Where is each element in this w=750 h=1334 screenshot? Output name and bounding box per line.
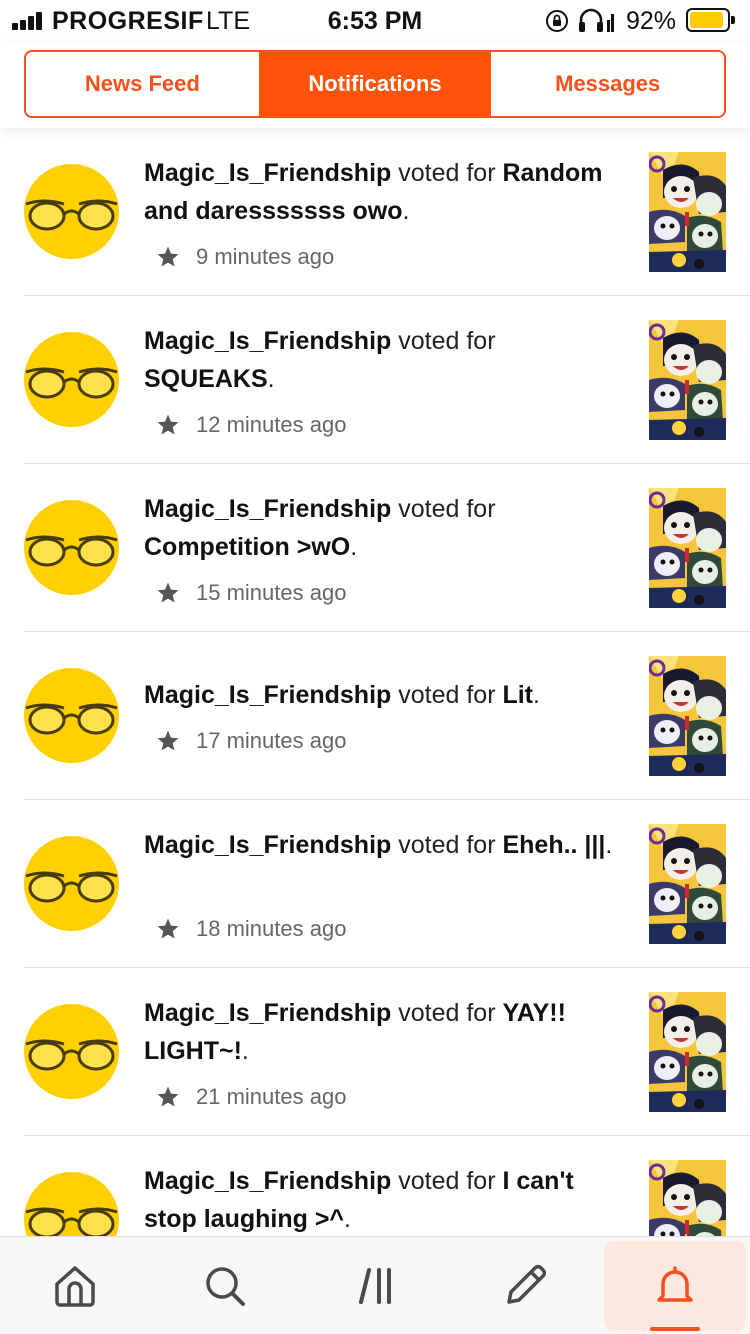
notification-story[interactable]: Eheh.. ||| bbox=[502, 831, 605, 859]
notification-text: Magic_Is_Friendship voted for Lit. bbox=[144, 681, 540, 709]
notification-meta: 21 minutes ago bbox=[156, 1082, 346, 1112]
nav-notifications[interactable] bbox=[620, 1237, 730, 1334]
tab-notifications[interactable]: Notifications bbox=[258, 52, 492, 116]
avatar[interactable] bbox=[24, 1004, 119, 1099]
notification-meta: 9 minutes ago bbox=[156, 242, 334, 272]
status-bar: PROGRESIF LTE 6:53 PM 92% bbox=[0, 0, 750, 42]
segmented-tabs: News Feed Notifications Messages bbox=[24, 50, 726, 118]
notification-item[interactable]: Magic_Is_Friendship voted for Competitio… bbox=[0, 464, 750, 632]
avatar[interactable] bbox=[24, 164, 119, 259]
glasses-avatar-image bbox=[24, 164, 119, 259]
notification-story[interactable]: Competition >wO bbox=[144, 533, 350, 561]
notification-user[interactable]: Magic_Is_Friendship bbox=[144, 327, 391, 355]
notification-text: Magic_Is_Friendship voted for I can't st… bbox=[144, 1167, 574, 1233]
avatar[interactable] bbox=[24, 1172, 119, 1236]
notification-text: Magic_Is_Friendship voted for SQUEAKS. bbox=[144, 327, 496, 393]
write-icon bbox=[507, 1264, 547, 1304]
star-icon bbox=[157, 918, 179, 939]
notification-item[interactable]: Magic_Is_Friendship voted for I can't st… bbox=[0, 1136, 750, 1236]
cover-art-image bbox=[649, 992, 726, 1112]
notification-user[interactable]: Magic_Is_Friendship bbox=[144, 999, 391, 1027]
cover-art-image bbox=[649, 152, 726, 272]
notification-story[interactable]: Lit bbox=[502, 681, 533, 709]
orientation-lock-icon bbox=[546, 10, 568, 32]
notification-meta: 18 minutes ago bbox=[156, 914, 346, 944]
battery-percent: 92% bbox=[626, 7, 677, 35]
home-icon bbox=[55, 1266, 95, 1307]
avatar[interactable] bbox=[24, 332, 119, 427]
star-icon bbox=[157, 414, 179, 435]
glasses-avatar-image bbox=[24, 500, 119, 595]
nav-home[interactable] bbox=[20, 1237, 130, 1334]
notification-meta: 12 minutes ago bbox=[156, 410, 346, 440]
story-cover-thumbnail[interactable] bbox=[649, 152, 726, 272]
notification-item[interactable]: Magic_Is_Friendship voted for SQUEAKS. 1… bbox=[0, 296, 750, 464]
notification-user[interactable]: Magic_Is_Friendship bbox=[144, 831, 391, 859]
nav-search[interactable] bbox=[170, 1237, 280, 1334]
notification-time: 12 minutes ago bbox=[196, 412, 347, 437]
star-icon bbox=[157, 1086, 179, 1107]
cover-art-image bbox=[649, 320, 726, 440]
notification-item[interactable]: Magic_Is_Friendship voted for Random and… bbox=[0, 128, 750, 296]
notification-item[interactable]: Magic_Is_Friendship voted for YAY!! LIGH… bbox=[0, 968, 750, 1136]
library-icon bbox=[359, 1268, 391, 1304]
notification-text: Magic_Is_Friendship voted for Competitio… bbox=[144, 495, 496, 561]
notification-text: Magic_Is_Friendship voted for Eheh.. |||… bbox=[144, 831, 613, 859]
search-icon bbox=[206, 1267, 245, 1306]
notification-user[interactable]: Magic_Is_Friendship bbox=[144, 495, 391, 523]
glasses-avatar-image bbox=[24, 332, 119, 427]
battery-icon bbox=[686, 8, 736, 32]
cover-art-image bbox=[649, 1160, 726, 1236]
notification-item[interactable]: Magic_Is_Friendship voted for Lit. 17 mi… bbox=[0, 632, 750, 800]
notification-time: 18 minutes ago bbox=[196, 916, 347, 941]
notification-time: 9 minutes ago bbox=[196, 244, 335, 269]
glasses-avatar-image bbox=[24, 668, 119, 763]
notification-time: 15 minutes ago bbox=[196, 580, 347, 605]
avatar[interactable] bbox=[24, 836, 119, 931]
notifications-bell-icon bbox=[657, 1266, 693, 1302]
notification-story[interactable]: SQUEAKS bbox=[144, 365, 268, 393]
story-cover-thumbnail[interactable] bbox=[649, 320, 726, 440]
nav-write[interactable] bbox=[470, 1237, 580, 1334]
tab-messages[interactable]: Messages bbox=[491, 52, 724, 116]
notification-text: Magic_Is_Friendship voted for YAY!! LIGH… bbox=[144, 999, 566, 1065]
notification-time: 17 minutes ago bbox=[196, 728, 347, 753]
tab-news-feed[interactable]: News Feed bbox=[26, 52, 259, 116]
glasses-avatar-image bbox=[24, 1172, 119, 1236]
headphones-icon bbox=[579, 8, 614, 32]
story-cover-thumbnail[interactable] bbox=[649, 1160, 726, 1236]
notification-time: 21 minutes ago bbox=[196, 1084, 347, 1109]
cover-art-image bbox=[649, 824, 726, 944]
story-cover-thumbnail[interactable] bbox=[649, 824, 726, 944]
glasses-avatar-image bbox=[24, 1004, 119, 1099]
notification-user[interactable]: Magic_Is_Friendship bbox=[144, 681, 391, 709]
notification-list[interactable]: Magic_Is_Friendship voted for Random and… bbox=[0, 128, 750, 1236]
cover-art-image bbox=[649, 488, 726, 608]
star-icon bbox=[157, 730, 179, 751]
notification-meta: 17 minutes ago bbox=[156, 726, 346, 756]
story-cover-thumbnail[interactable] bbox=[649, 488, 726, 608]
avatar[interactable] bbox=[24, 668, 119, 763]
nav-library[interactable] bbox=[322, 1237, 432, 1334]
notification-text: Magic_Is_Friendship voted for Random and… bbox=[144, 159, 603, 225]
notification-user[interactable]: Magic_Is_Friendship bbox=[144, 1167, 391, 1195]
story-cover-thumbnail[interactable] bbox=[649, 656, 726, 776]
star-icon bbox=[157, 582, 179, 603]
tab-bar-area: News Feed Notifications Messages bbox=[0, 42, 750, 128]
bottom-navigation bbox=[0, 1236, 750, 1334]
avatar[interactable] bbox=[24, 500, 119, 595]
glasses-avatar-image bbox=[24, 836, 119, 931]
active-nav-indicator bbox=[650, 1327, 700, 1331]
notification-user[interactable]: Magic_Is_Friendship bbox=[144, 159, 391, 187]
cover-art-image bbox=[649, 656, 726, 776]
notification-meta: 15 minutes ago bbox=[156, 578, 346, 608]
star-icon bbox=[157, 246, 179, 267]
notification-item[interactable]: Magic_Is_Friendship voted for Eheh.. |||… bbox=[0, 800, 750, 968]
story-cover-thumbnail[interactable] bbox=[649, 992, 726, 1112]
